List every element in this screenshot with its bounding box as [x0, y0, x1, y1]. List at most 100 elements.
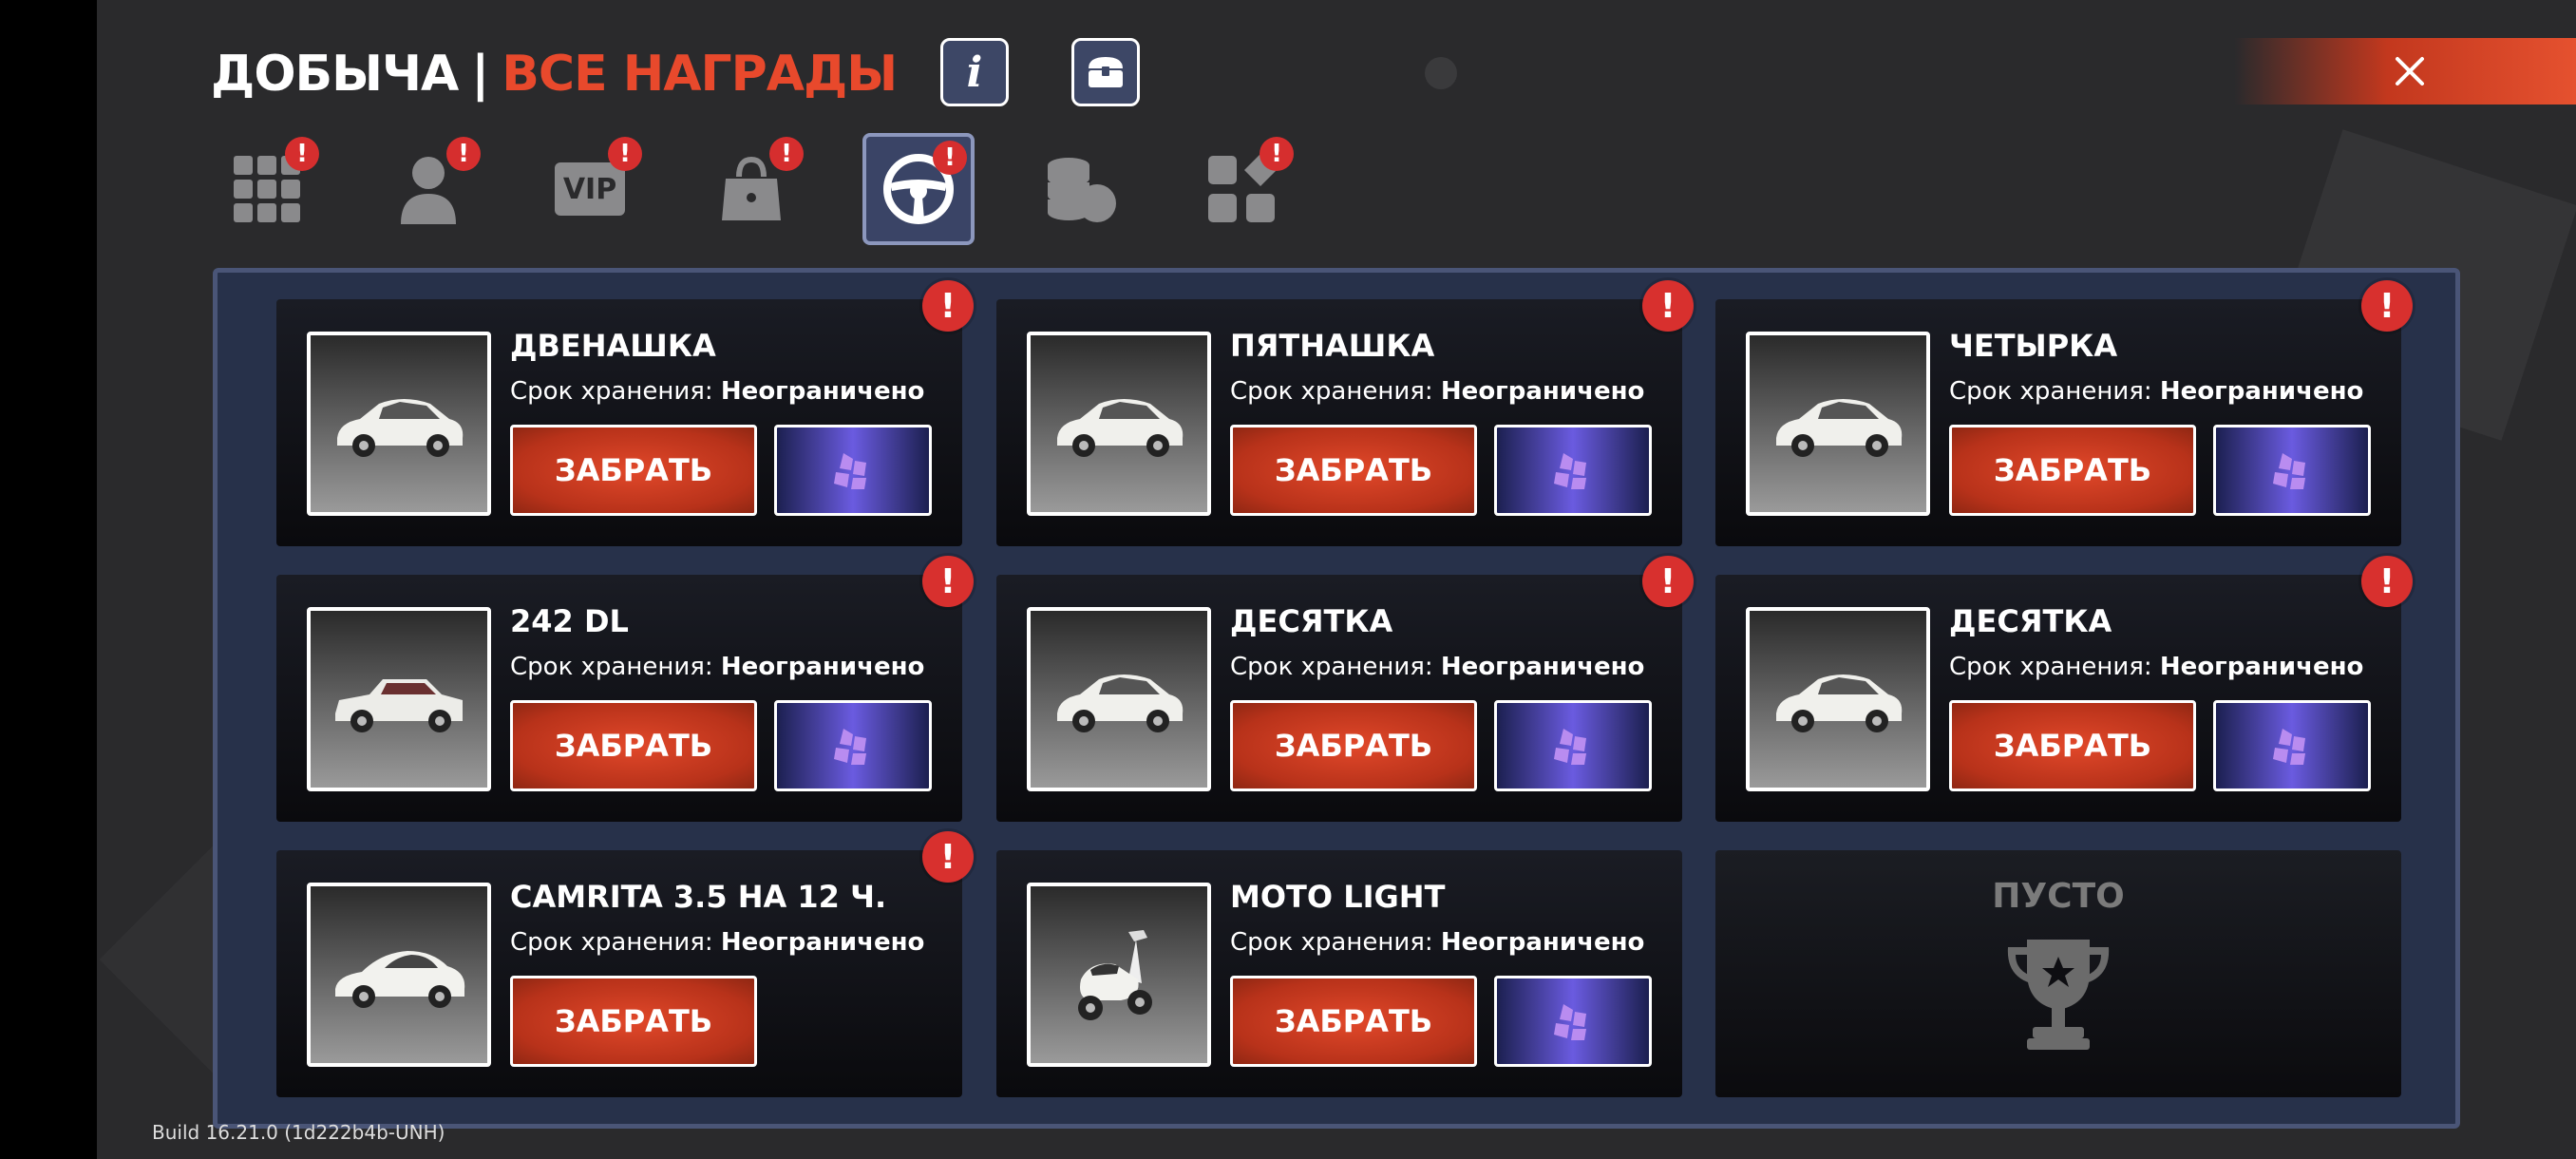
- tab-badge: !: [446, 137, 481, 171]
- page-title: ДОБЫЧА | ВСЕ НАГРАДЫ: [211, 40, 898, 108]
- vehicle-thumbnail: [1746, 332, 1930, 516]
- info-icon: i: [966, 48, 983, 97]
- storage-info: Срок хранения: Неограничено: [510, 377, 924, 406]
- storage-label: Срок хранения:: [510, 377, 713, 406]
- reward-name: 242 DL: [510, 603, 629, 639]
- reward-card: MOTO LIGHT Срок хранения: Неограничено З…: [996, 850, 1682, 1097]
- tab-accessories[interactable]: !: [695, 133, 807, 245]
- car-icon: [1057, 674, 1184, 732]
- claim-button[interactable]: ЗАБРАТЬ: [1949, 425, 2196, 516]
- sell-for-gems-button[interactable]: [2213, 700, 2371, 791]
- storage-label: Срок хранения:: [510, 653, 713, 681]
- tab-character[interactable]: !: [372, 133, 484, 245]
- reward-name: ПЯТНАШКА: [1230, 328, 1435, 364]
- chest-icon: [1089, 57, 1123, 87]
- build-version: Build 16.21.0 (1d222b4b-UNH): [152, 1121, 445, 1144]
- storage-value: Неограничено: [2159, 377, 2364, 406]
- chest-button[interactable]: [1071, 38, 1140, 106]
- claim-button[interactable]: ЗАБРАТЬ: [1230, 700, 1477, 791]
- new-reward-alert: !: [2361, 556, 2413, 607]
- storage-info: Срок хранения: Неограничено: [510, 928, 924, 957]
- storage-label: Срок хранения:: [1230, 653, 1433, 681]
- vehicle-thumbnail: [307, 883, 491, 1067]
- storage-value: Неограничено: [2159, 653, 2364, 681]
- title-separator: |: [471, 46, 489, 103]
- storage-value: Неограничено: [1440, 653, 1645, 681]
- vehicle-thumbnail: [1027, 332, 1211, 516]
- tab-badge: !: [608, 137, 642, 171]
- reward-card: ПЯТНАШКА Срок хранения: Неограничено ЗАБ…: [996, 280, 1694, 546]
- reward-card: ДЕСЯТКА Срок хранения: Неограничено ЗАБР…: [1715, 556, 2413, 822]
- reward-name: ДЕСЯТКА: [1230, 603, 1393, 639]
- claim-button[interactable]: ЗАБРАТЬ: [1230, 425, 1477, 516]
- vehicle-thumbnail: [307, 332, 491, 516]
- storage-label: Срок хранения:: [1230, 377, 1433, 406]
- new-reward-alert: !: [922, 556, 974, 607]
- reward-name: MOTO LIGHT: [1230, 879, 1446, 915]
- storage-label: Срок хранения:: [510, 928, 713, 957]
- scooter-icon: [1078, 930, 1152, 1020]
- tab-badge: !: [769, 137, 804, 171]
- tab-vip[interactable]: VIP !: [534, 133, 646, 245]
- storage-value: Неограничено: [720, 377, 925, 406]
- new-reward-alert: !: [1642, 556, 1694, 607]
- vehicle-thumbnail: [1746, 607, 1930, 791]
- sell-for-gems-button[interactable]: [774, 425, 932, 516]
- sell-for-gems-button[interactable]: [1494, 700, 1652, 791]
- empty-label: ПУСТО: [1992, 877, 2125, 916]
- vehicle-thumbnail: [1027, 607, 1211, 791]
- tab-vehicles[interactable]: !: [862, 133, 975, 245]
- gem-icon: [2273, 453, 2305, 489]
- storage-label: Срок хранения:: [1230, 928, 1433, 957]
- reward-card: 242 DL Срок хранения: Неограничено ЗАБРА…: [276, 556, 974, 822]
- reward-name: ДЕСЯТКА: [1949, 603, 2112, 639]
- reward-card: CAMRITA 3.5 НА 12 Ч. Срок хранения: Неог…: [276, 831, 974, 1097]
- claim-button[interactable]: ЗАБРАТЬ: [1230, 976, 1477, 1067]
- claim-button[interactable]: ЗАБРАТЬ: [1949, 700, 2196, 791]
- sell-for-gems-button[interactable]: [774, 700, 932, 791]
- sell-for-gems-button[interactable]: [2213, 425, 2371, 516]
- claim-button[interactable]: ЗАБРАТЬ: [510, 700, 757, 791]
- gem-icon: [834, 453, 866, 489]
- new-reward-alert: !: [1642, 280, 1694, 332]
- claim-button[interactable]: ЗАБРАТЬ: [510, 976, 757, 1067]
- storage-value: Неограничено: [720, 653, 925, 681]
- trophy-icon: [2007, 940, 2110, 1050]
- claim-button[interactable]: ЗАБРАТЬ: [510, 425, 757, 516]
- gem-icon: [1554, 729, 1586, 765]
- storage-value: Неограничено: [1440, 928, 1645, 957]
- title-accent: ВСЕ НАГРАДЫ: [502, 46, 898, 103]
- storage-info: Срок хранения: Неограничено: [510, 653, 924, 681]
- reward-name: ЧЕТЫРКА: [1949, 328, 2118, 364]
- tab-other[interactable]: !: [1185, 133, 1297, 245]
- new-reward-alert: !: [922, 831, 974, 883]
- left-black-bar: [0, 0, 97, 1159]
- info-button[interactable]: i: [940, 38, 1009, 106]
- close-button[interactable]: [2386, 48, 2434, 95]
- car-icon: [335, 951, 465, 1008]
- close-icon: [2396, 57, 2424, 86]
- title-main: ДОБЫЧА: [211, 46, 459, 103]
- sell-for-gems-button[interactable]: [1494, 425, 1652, 516]
- car-icon: [1776, 399, 1903, 457]
- tab-currency[interactable]: [1024, 133, 1136, 245]
- storage-info: Срок хранения: Неограничено: [1949, 653, 2363, 681]
- sell-for-gems-button[interactable]: [1494, 976, 1652, 1067]
- vip-icon: VIP: [555, 162, 625, 216]
- reward-name: CAMRITA 3.5 НА 12 Ч.: [510, 879, 887, 915]
- reward-card: ЧЕТЫРКА Срок хранения: Неограничено ЗАБР…: [1715, 280, 2413, 546]
- storage-label: Срок хранения:: [1949, 377, 2152, 406]
- car-icon: [335, 679, 463, 732]
- storage-label: Срок хранения:: [1949, 653, 2152, 681]
- storage-info: Срок хранения: Неограничено: [1949, 377, 2363, 406]
- storage-value: Неограничено: [720, 928, 925, 957]
- storage-info: Срок хранения: Неограничено: [1230, 928, 1644, 957]
- gem-icon: [1554, 1004, 1586, 1040]
- car-icon: [337, 399, 464, 457]
- gem-icon: [834, 729, 866, 765]
- background-shape: [1425, 57, 1457, 89]
- tab-badge: !: [933, 141, 967, 175]
- new-reward-alert: !: [2361, 280, 2413, 332]
- tab-all[interactable]: !: [211, 133, 323, 245]
- rewards-panel: ДВЕНАШКА Срок хранения: Неограничено ЗАБ…: [213, 268, 2460, 1129]
